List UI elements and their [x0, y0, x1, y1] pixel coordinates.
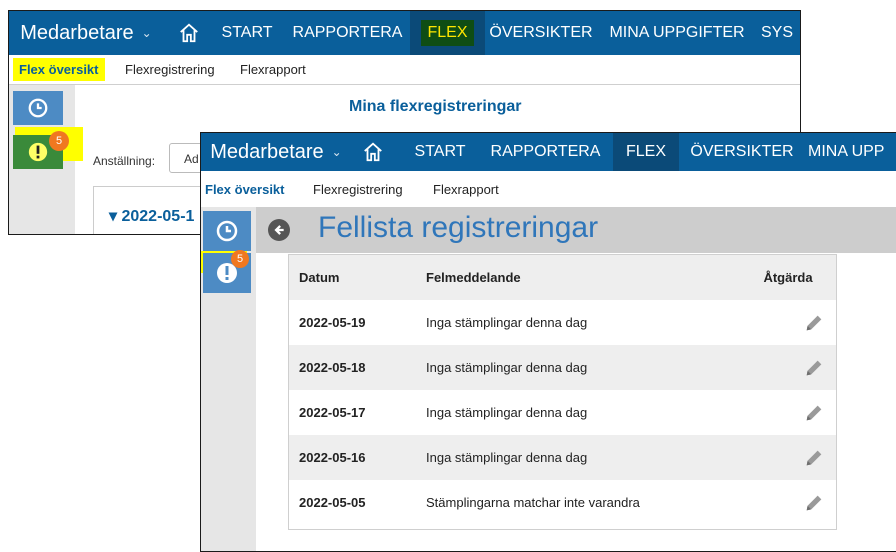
subnav-flex-oversikt-label: Flex översikt: [13, 58, 105, 81]
row-date: 2022-05-16: [299, 450, 366, 465]
nav-start[interactable]: START: [213, 11, 281, 55]
top-nav-bar: Medarbetare ⌄ START RAPPORTERA FLEX ÖVER…: [201, 133, 896, 171]
chevron-down-icon: ⌄: [331, 145, 342, 159]
subnav-flexregistrering-label: Flexregistrering: [313, 181, 403, 197]
subnav-flexregistrering[interactable]: Flexregistrering: [125, 55, 215, 84]
front-window: Medarbetare ⌄ START RAPPORTERA FLEX ÖVER…: [200, 132, 896, 552]
nav-oversikter-label: ÖVERSIKTER: [690, 143, 794, 160]
nav-flex-label: FLEX: [625, 143, 666, 160]
row-message: Stämplingarna matchar inte varandra: [426, 495, 640, 510]
home-button[interactable]: [170, 11, 208, 55]
row-date: 2022-05-17: [299, 405, 366, 420]
subnav-flexrapport[interactable]: Flexrapport: [433, 171, 499, 207]
home-icon: [364, 142, 382, 162]
pencil-icon[interactable]: [803, 357, 825, 382]
nav-mina-uppgifter[interactable]: MINA UPP: [808, 133, 896, 171]
pencil-icon[interactable]: [803, 312, 825, 337]
error-table: Datum Felmeddelande Åtgärda 2022-05-19 In…: [288, 254, 837, 530]
nav-oversikter[interactable]: ÖVERSIKTER: [485, 11, 597, 55]
nav-mina-uppgifter-label: MINA UPP: [808, 143, 885, 160]
exclamation-icon: [28, 142, 48, 162]
brand-label: Medarbetare: [210, 140, 324, 163]
subnav-flexregistrering[interactable]: Flexregistrering: [313, 171, 403, 207]
nav-rapportera-label: RAPPORTERA: [292, 24, 403, 41]
subnav-flexrapport-label: Flexrapport: [433, 181, 499, 197]
sub-nav: Flex översikt Flexregistrering Flexrappo…: [201, 171, 896, 207]
row-date: 2022-05-19: [299, 315, 366, 330]
nav-flex[interactable]: FLEX: [613, 133, 679, 171]
pencil-icon[interactable]: [803, 492, 825, 517]
nav-sys[interactable]: SYS: [761, 11, 800, 55]
nav-oversikter-label: ÖVERSIKTER: [489, 24, 593, 41]
column-header-atgarda: Åtgärda: [763, 270, 813, 285]
table-row: 2022-05-19 Inga stämplingar denna dag: [289, 300, 836, 345]
sub-nav: Flex översikt Flexregistrering Flexrappo…: [9, 55, 800, 85]
table-header-row: Datum Felmeddelande Åtgärda: [289, 255, 836, 300]
nav-mina-uppgifter-label: MINA UPPGIFTER: [609, 24, 745, 41]
arrow-left-circle-icon: [274, 225, 284, 235]
table-row: 2022-05-18 Inga stämplingar denna dag: [289, 345, 836, 390]
side-bar: 5: [201, 207, 256, 551]
table-row: 2022-05-05 Stämplingarna matchar inte var…: [289, 480, 836, 525]
subnav-flexrapport-label: Flexrapport: [240, 62, 306, 77]
table-row: 2022-05-17 Inga stämplingar denna dag: [289, 390, 836, 435]
page-title: Mina flexregistreringar: [349, 98, 522, 115]
back-button[interactable]: [268, 219, 290, 241]
brand-menu[interactable]: Medarbetare ⌄: [201, 133, 351, 171]
row-message: Inga stämplingar denna dag: [426, 315, 588, 330]
nav-start-label: START: [414, 143, 466, 160]
side-bar: 5: [9, 85, 83, 234]
subnav-flexrapport[interactable]: Flexrapport: [240, 55, 306, 84]
home-icon: [180, 23, 198, 43]
row-date: 2022-05-18: [299, 360, 366, 375]
pencil-icon[interactable]: [803, 447, 825, 472]
subnav-flex-oversikt[interactable]: Flex översikt: [205, 171, 285, 207]
clock-icon: [28, 98, 48, 118]
table-row: 2022-05-16 Inga stämplingar denna dag: [289, 435, 836, 480]
home-button[interactable]: [354, 133, 392, 171]
top-nav-bar: Medarbetare ⌄ START RAPPORTERA FLEX ÖVER…: [9, 11, 800, 55]
registration-row-date: ▾ 2022-05-1: [109, 206, 194, 226]
flex-highlight: FLEX: [421, 20, 474, 46]
brand-label: Medarbetare: [20, 21, 134, 44]
column-header-felmeddelande: Felmeddelande: [426, 270, 521, 285]
nav-rapportera[interactable]: RAPPORTERA: [285, 11, 410, 55]
chevron-down-icon: ⌄: [141, 26, 152, 40]
chevron-down-icon: ▾: [109, 208, 118, 225]
clock-icon: [216, 220, 238, 242]
nav-sys-label: SYS: [761, 24, 794, 41]
row-message: Inga stämplingar denna dag: [426, 450, 588, 465]
nav-flex[interactable]: FLEX: [410, 11, 485, 55]
clock-button[interactable]: [203, 211, 251, 251]
alert-badge: 5: [49, 131, 69, 151]
column-header-datum: Datum: [299, 270, 340, 285]
employment-label: Anställning:: [93, 154, 156, 168]
clock-button[interactable]: [13, 91, 63, 125]
nav-rapportera[interactable]: RAPPORTERA: [480, 133, 611, 171]
nav-oversikter[interactable]: ÖVERSIKTER: [682, 133, 802, 171]
subnav-flex-oversikt-label: Flex översikt: [205, 181, 285, 197]
nav-mina-uppgifter[interactable]: MINA UPPGIFTER: [597, 11, 757, 55]
row-message: Inga stämplingar denna dag: [426, 405, 588, 420]
nav-start-label: START: [221, 24, 273, 41]
nav-start[interactable]: START: [402, 133, 478, 171]
brand-menu[interactable]: Medarbetare ⌄: [9, 11, 163, 55]
registration-date: 2022-05-1: [121, 208, 195, 225]
nav-rapportera-label: RAPPORTERA: [490, 143, 601, 160]
nav-flex-label: FLEX: [427, 24, 468, 41]
alert-badge: 5: [231, 250, 249, 268]
row-message: Inga stämplingar denna dag: [426, 360, 588, 375]
row-date: 2022-05-05: [299, 495, 366, 510]
page-title: Fellista registreringar: [318, 211, 599, 244]
subnav-flexregistrering-label: Flexregistrering: [125, 62, 215, 77]
pencil-icon[interactable]: [803, 402, 825, 427]
subnav-flex-oversikt[interactable]: Flex översikt: [13, 55, 105, 84]
